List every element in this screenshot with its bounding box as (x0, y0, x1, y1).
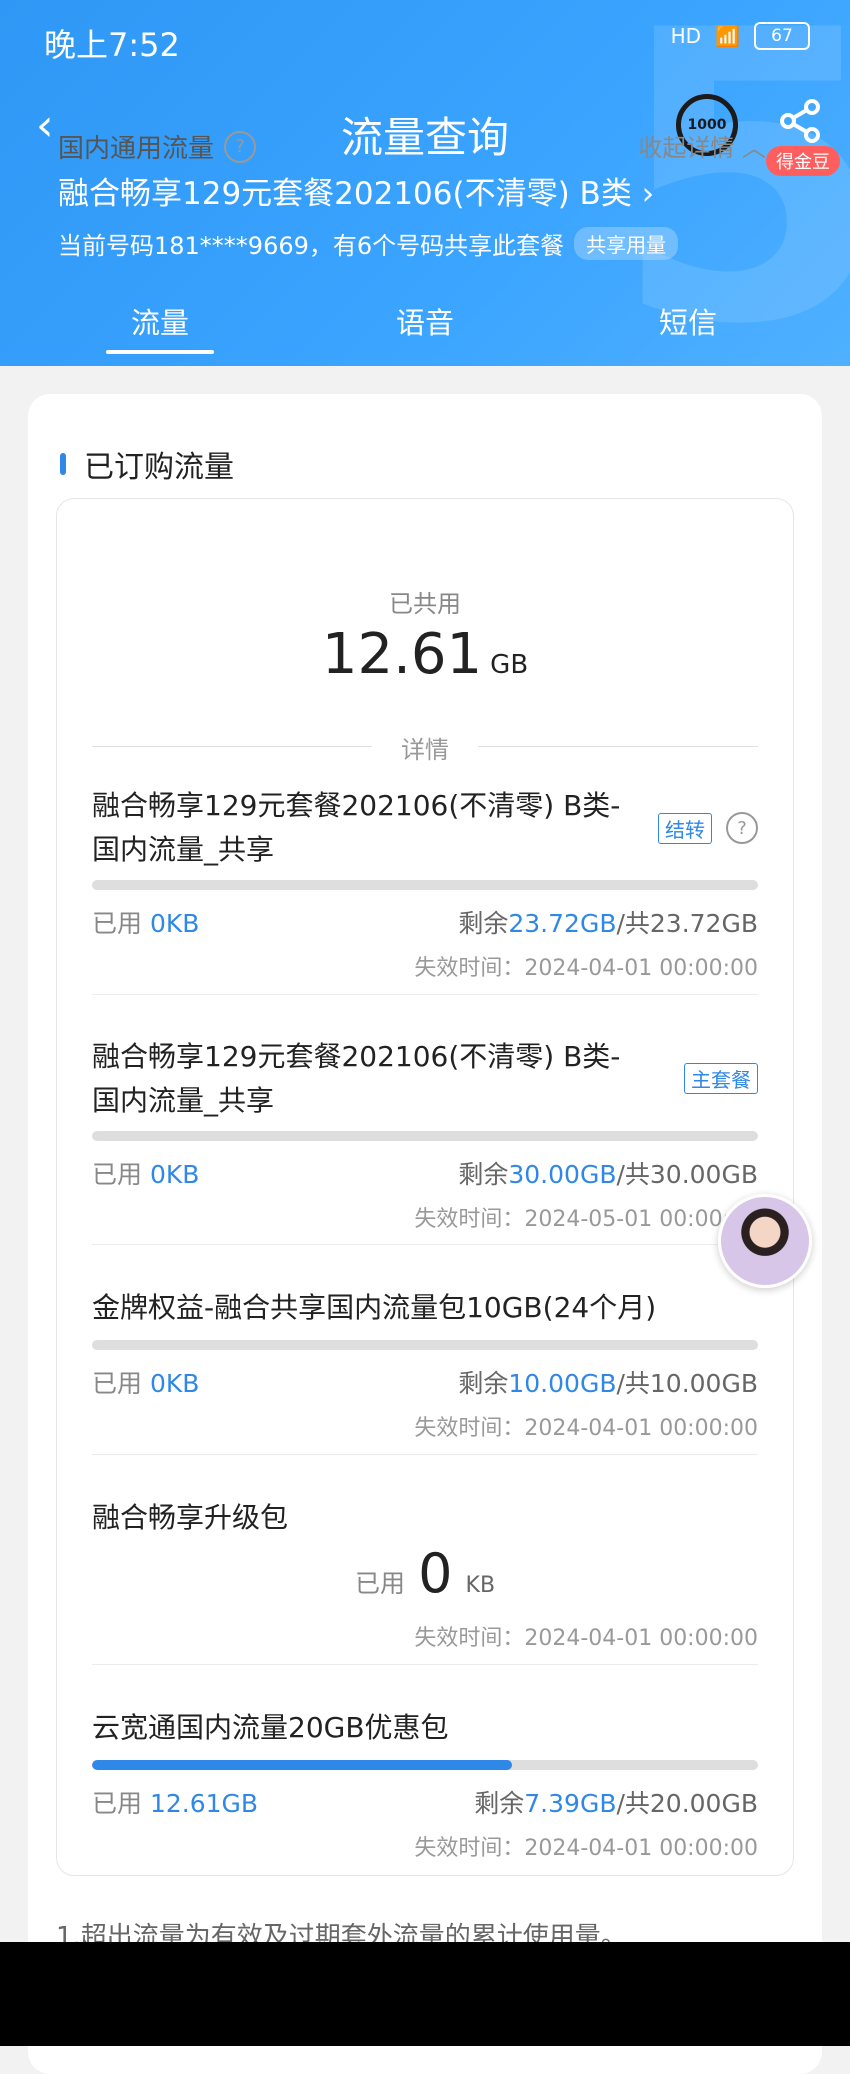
collapse-label: 收起详情 (638, 134, 735, 162)
remain-value: 7.39GB (524, 1789, 617, 1818)
remain-label: 剩余 (474, 1789, 525, 1818)
item-name: 融合畅享129元套餐202106(不清零) B类-国内流量_共享 (92, 789, 621, 866)
used-label: 已用 (354, 1569, 405, 1598)
plan-name-text: 融合畅享129元套餐202106(不清零) B类 (58, 176, 632, 212)
list-item: 融合畅享129元套餐202106(不清零) B类-国内流量_共享 结转 ? 已用… (92, 784, 758, 984)
status-time: 晚上7:52 (44, 26, 180, 64)
total-value: /共10.00GB (616, 1369, 758, 1398)
remain-value: 30.00GB (508, 1160, 617, 1189)
remain-label: 剩余 (458, 1160, 509, 1189)
tab-voice[interactable]: 语音 (345, 300, 505, 342)
number-info-text: 当前号码181****9669，有6个号码共享此套餐 (58, 232, 565, 260)
total-value: /共20.00GB (616, 1789, 758, 1818)
expire-time: 失效时间：2024-04-01 00:00:00 (414, 1416, 758, 1441)
used-unit: KB (465, 1573, 496, 1598)
number-info: 当前号码181****9669，有6个号码共享此套餐 共享用量 (58, 226, 679, 261)
shared-used-number: 12.61 (321, 622, 483, 687)
item-name: 云宽通国内流量20GB优惠包 (92, 1711, 449, 1744)
share-usage-badge[interactable]: 共享用量 (574, 227, 679, 260)
list-item: 云宽通国内流量20GB优惠包 已用 12.61GB 剩余7.39GB/共20.0… (92, 1706, 758, 1866)
help-icon[interactable]: ? (726, 812, 758, 844)
tab-data[interactable]: 流量 (80, 300, 240, 342)
category-row: 国内通用流量 ? 收起详情 ︿ (58, 128, 766, 165)
remain-label: 剩余 (458, 909, 509, 938)
used-amount: 已用 0KB (92, 1364, 199, 1400)
shared-used-label: 已共用 (389, 590, 461, 618)
expire-time: 失效时间：2024-04-01 00:00:00 (414, 1836, 758, 1861)
share-icon[interactable] (778, 98, 824, 144)
header: 5 晚上7:52 HD 📶 67 ‹ 流量查询 1000 得金豆 融合畅享129… (0, 0, 850, 366)
help-icon[interactable]: ? (224, 130, 257, 163)
item-tags: 结转 ? (658, 812, 758, 844)
signal-icon: HD (670, 24, 702, 48)
remaining-amount: 剩余10.00GB/共10.00GB (458, 1364, 758, 1400)
divider (92, 1664, 758, 1665)
wifi-icon: 📶 (715, 24, 740, 48)
main-plan-tag: 主套餐 (684, 1063, 758, 1094)
used-amount: 已用 0 KB (92, 1542, 758, 1605)
battery-icon: 67 (754, 22, 810, 50)
status-icons: HD 📶 67 (671, 22, 810, 50)
detail-divider: 详情 (92, 730, 758, 764)
progress-bar (92, 1760, 758, 1770)
item-name: 金牌权益-融合共享国内流量包10GB(24个月) (92, 1291, 657, 1324)
section-title-text: 已订购流量 (84, 450, 234, 485)
progress-bar (92, 1340, 758, 1350)
shared-used-unit: GB (490, 650, 529, 680)
used-amount: 已用 0KB (92, 1155, 199, 1191)
used-label: 已用 (92, 909, 143, 938)
bottom-bar (0, 1942, 850, 2046)
expire-time: 失效时间：2024-04-01 00:00:00 (414, 956, 758, 981)
tab-indicator (106, 350, 214, 354)
item-tags: 主套餐 (684, 1063, 758, 1094)
status-bar: 晚上7:52 HD 📶 67 (0, 0, 850, 80)
remaining-amount: 剩余23.72GB/共23.72GB (458, 904, 758, 940)
list-item: 金牌权益-融合共享国内流量包10GB(24个月) 已用 0KB 剩余10.00G… (92, 1286, 758, 1446)
item-name: 融合畅享129元套餐202106(不清零) B类-国内流量_共享 (92, 1040, 621, 1117)
progress-bar (92, 880, 758, 890)
tab-sms[interactable]: 短信 (608, 300, 768, 342)
detail-label: 详情 (401, 736, 449, 764)
used-label: 已用 (92, 1369, 143, 1398)
rollover-tag: 结转 (658, 812, 712, 844)
used-value: 0 (418, 1542, 453, 1605)
divider (92, 994, 758, 995)
used-label: 已用 (92, 1160, 143, 1189)
progress-bar (92, 1131, 758, 1141)
used-value: 0KB (149, 1160, 200, 1189)
shared-used-value: 12.61 GB (0, 622, 850, 687)
used-label: 已用 (92, 1789, 143, 1818)
remain-label: 剩余 (458, 1369, 509, 1398)
category-label: 国内通用流量 (58, 134, 215, 164)
remain-value: 23.72GB (508, 909, 617, 938)
section-bar (60, 453, 66, 475)
tab-bar: 流量 语音 短信 (0, 300, 850, 360)
plan-name[interactable]: 融合畅享129元套餐202106(不清零) B类 › (58, 168, 654, 213)
expire-time: 失效时间：2024-04-01 00:00:00 (414, 1626, 758, 1651)
remaining-amount: 剩余7.39GB/共20.00GB (474, 1784, 758, 1820)
item-name: 融合畅享升级包 (92, 1501, 289, 1534)
collapse-details-button[interactable]: 收起详情 ︿ (638, 128, 766, 163)
total-value: /共30.00GB (616, 1160, 758, 1189)
list-item: 融合畅享升级包 已用 0 KB 失效时间：2024-04-01 00:00:00 (92, 1496, 758, 1656)
progress-fill (92, 1760, 512, 1770)
expire-time: 失效时间：2024-05-01 00:00:00 (414, 1207, 758, 1232)
divider (92, 1454, 758, 1455)
used-value: 0KB (149, 909, 200, 938)
section-title: 已订购流量 (60, 442, 234, 486)
divider (92, 1244, 758, 1245)
list-item: 融合畅享129元套餐202106(不清零) B类-国内流量_共享 主套餐 已用 … (92, 1035, 758, 1235)
used-value: 12.61GB (149, 1789, 259, 1818)
used-amount: 已用 0KB (92, 904, 199, 940)
used-amount: 已用 12.61GB (92, 1784, 258, 1820)
coin-badge[interactable]: 得金豆 (766, 146, 840, 176)
total-value: /共23.72GB (616, 909, 758, 938)
used-value: 0KB (149, 1369, 200, 1398)
assistant-avatar[interactable] (718, 1194, 812, 1288)
remaining-amount: 剩余30.00GB/共30.00GB (458, 1155, 758, 1191)
chevron-up-icon: ︿ (742, 134, 766, 162)
remain-value: 10.00GB (508, 1369, 617, 1398)
chevron-right-icon: › (641, 176, 655, 212)
